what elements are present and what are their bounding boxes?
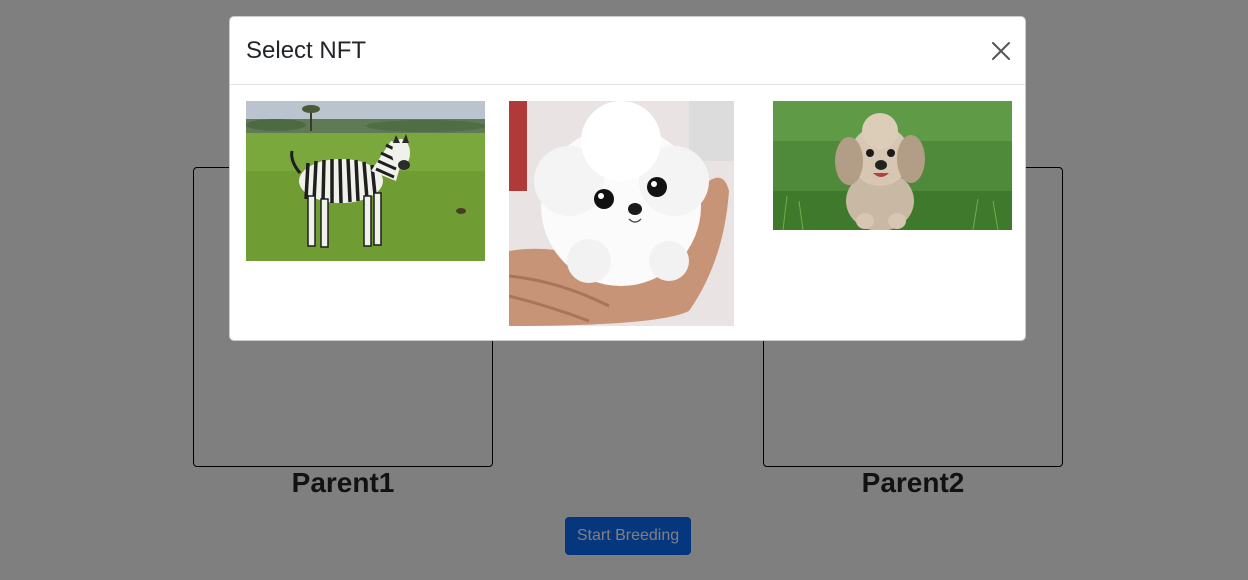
modal-title: Select NFT bbox=[246, 37, 367, 64]
modal-header: Select NFT bbox=[230, 17, 1025, 85]
modal-body bbox=[230, 85, 1025, 341]
close-icon bbox=[992, 42, 1010, 60]
nft-poodle-dog-image[interactable] bbox=[773, 101, 1012, 230]
nft-white-puppy-image[interactable] bbox=[509, 101, 734, 326]
nft-zebra-image[interactable] bbox=[246, 101, 485, 261]
select-nft-modal: Select NFT bbox=[229, 16, 1026, 341]
close-button[interactable] bbox=[989, 39, 1013, 63]
